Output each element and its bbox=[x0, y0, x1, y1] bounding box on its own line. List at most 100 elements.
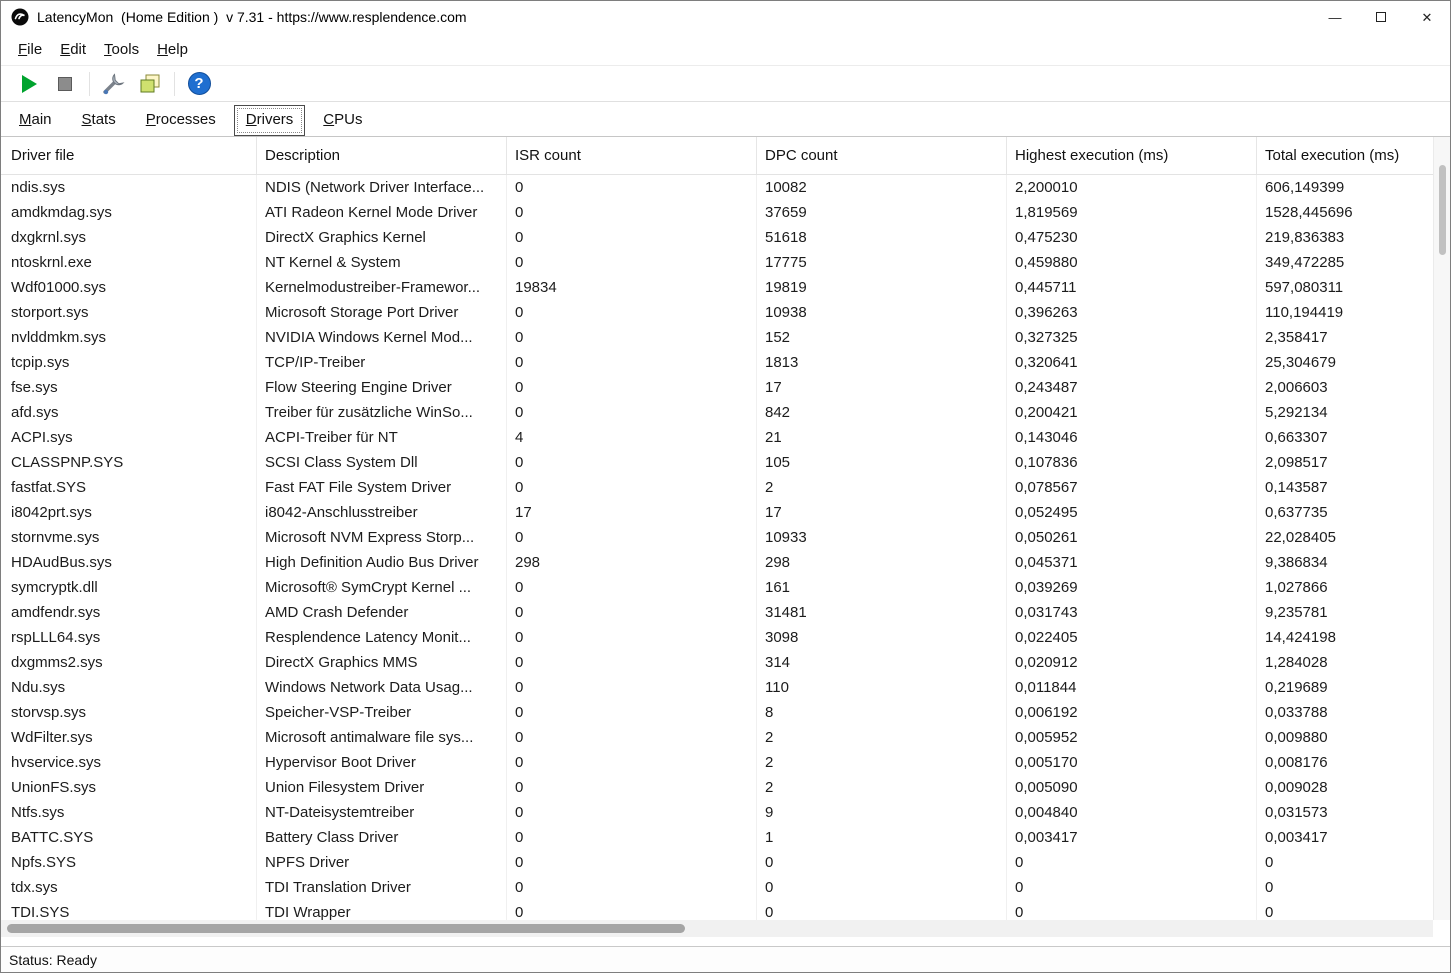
table-row[interactable]: amdkmdag.sys ATI Radeon Kernel Mode Driv… bbox=[1, 200, 1450, 225]
tab-cpus[interactable]: CPUs bbox=[311, 105, 374, 136]
total-execution-cell: 2,098517 bbox=[1257, 450, 1450, 475]
table-row[interactable]: Npfs.SYS NPFS Driver 0 0 0 0 bbox=[1, 850, 1450, 875]
isr-count-cell: 0 bbox=[507, 800, 757, 825]
table-row[interactable]: WdFilter.sys Microsoft antimalware file … bbox=[1, 725, 1450, 750]
table-row[interactable]: i8042prt.sys i8042-Anschlusstreiber 17 1… bbox=[1, 500, 1450, 525]
horizontal-scrollbar-thumb[interactable] bbox=[7, 924, 685, 933]
vertical-scrollbar-thumb[interactable] bbox=[1439, 165, 1446, 255]
table-row[interactable]: Wdf01000.sys Kernelmodustreiber-Framewor… bbox=[1, 275, 1450, 300]
table-row[interactable]: tcpip.sys TCP/IP-Treiber 0 1813 0,320641… bbox=[1, 350, 1450, 375]
driver-file-cell: UnionFS.sys bbox=[1, 775, 257, 800]
description-cell: NVIDIA Windows Kernel Mod... bbox=[257, 325, 507, 350]
app-window: LatencyMon (Home Edition ) v 7.31 - http… bbox=[0, 0, 1451, 973]
total-execution-cell: 0,003417 bbox=[1257, 825, 1450, 850]
options-button[interactable] bbox=[98, 70, 130, 98]
description-cell: Microsoft® SymCrypt Kernel ... bbox=[257, 575, 507, 600]
table-row[interactable]: HDAudBus.sys High Definition Audio Bus D… bbox=[1, 550, 1450, 575]
highest-execution-cell: 0,143046 bbox=[1007, 425, 1257, 450]
help-button[interactable]: ? bbox=[183, 70, 215, 98]
status-text: Status: Ready bbox=[9, 952, 97, 968]
highest-execution-cell: 0,004840 bbox=[1007, 800, 1257, 825]
column-header-dpc-count[interactable]: DPC count bbox=[757, 137, 1007, 174]
table-row[interactable]: Ndu.sys Windows Network Data Usag... 0 1… bbox=[1, 675, 1450, 700]
isr-count-cell: 0 bbox=[507, 175, 757, 200]
copy-report-button[interactable] bbox=[134, 70, 166, 98]
table-row[interactable]: dxgmms2.sys DirectX Graphics MMS 0 314 0… bbox=[1, 650, 1450, 675]
table-row[interactable]: amdfendr.sys AMD Crash Defender 0 31481 … bbox=[1, 600, 1450, 625]
column-header-description[interactable]: Description bbox=[257, 137, 507, 174]
stop-monitor-button[interactable] bbox=[49, 70, 81, 98]
minimize-button[interactable]: — bbox=[1312, 1, 1358, 33]
table-row[interactable]: storport.sys Microsoft Storage Port Driv… bbox=[1, 300, 1450, 325]
table-row[interactable]: nvlddmkm.sys NVIDIA Windows Kernel Mod..… bbox=[1, 325, 1450, 350]
isr-count-cell: 17 bbox=[507, 500, 757, 525]
driver-file-cell: ACPI.sys bbox=[1, 425, 257, 450]
tab-cpus-label: CPUs bbox=[323, 111, 362, 128]
isr-count-cell: 0 bbox=[507, 700, 757, 725]
total-execution-cell: 2,006603 bbox=[1257, 375, 1450, 400]
description-cell: NPFS Driver bbox=[257, 850, 507, 875]
driver-file-cell: afd.sys bbox=[1, 400, 257, 425]
maximize-button[interactable] bbox=[1358, 1, 1404, 33]
menu-tools[interactable]: Tools bbox=[95, 36, 148, 63]
description-cell: Microsoft Storage Port Driver bbox=[257, 300, 507, 325]
table-row[interactable]: fse.sys Flow Steering Engine Driver 0 17… bbox=[1, 375, 1450, 400]
table-row[interactable]: symcryptk.dll Microsoft® SymCrypt Kernel… bbox=[1, 575, 1450, 600]
driver-file-cell: storvsp.sys bbox=[1, 700, 257, 725]
highest-execution-cell: 0,459880 bbox=[1007, 250, 1257, 275]
highest-execution-cell: 0,039269 bbox=[1007, 575, 1257, 600]
table-row[interactable]: UnionFS.sys Union Filesystem Driver 0 2 … bbox=[1, 775, 1450, 800]
column-header-highest-execution[interactable]: Highest execution (ms) bbox=[1007, 137, 1257, 174]
menu-edit[interactable]: Edit bbox=[51, 36, 95, 63]
total-execution-cell: 0,009880 bbox=[1257, 725, 1450, 750]
app-logo-icon bbox=[11, 8, 29, 26]
table-row[interactable]: ndis.sys NDIS (Network Driver Interface.… bbox=[1, 175, 1450, 200]
isr-count-cell: 4 bbox=[507, 425, 757, 450]
table-row[interactable]: BATTC.SYS Battery Class Driver 0 1 0,003… bbox=[1, 825, 1450, 850]
table-row[interactable]: hvservice.sys Hypervisor Boot Driver 0 2… bbox=[1, 750, 1450, 775]
column-header-isr-count[interactable]: ISR count bbox=[507, 137, 757, 174]
total-execution-cell: 0,637735 bbox=[1257, 500, 1450, 525]
table-row[interactable]: ntoskrnl.exe NT Kernel & System 0 17775 … bbox=[1, 250, 1450, 275]
table-row[interactable]: dxgkrnl.sys DirectX Graphics Kernel 0 51… bbox=[1, 225, 1450, 250]
start-monitor-button[interactable] bbox=[13, 70, 45, 98]
total-execution-cell: 597,080311 bbox=[1257, 275, 1450, 300]
table-row[interactable]: Ntfs.sys NT-Dateisystemtreiber 0 9 0,004… bbox=[1, 800, 1450, 825]
table-row[interactable]: stornvme.sys Microsoft NVM Express Storp… bbox=[1, 525, 1450, 550]
driver-file-cell: tdx.sys bbox=[1, 875, 257, 900]
isr-count-cell: 0 bbox=[507, 250, 757, 275]
description-cell: NT-Dateisystemtreiber bbox=[257, 800, 507, 825]
tabbar: Main Stats Processes Drivers CPUs bbox=[1, 102, 1450, 136]
table-row[interactable]: storvsp.sys Speicher-VSP-Treiber 0 8 0,0… bbox=[1, 700, 1450, 725]
table-row[interactable]: fastfat.SYS Fast FAT File System Driver … bbox=[1, 475, 1450, 500]
dpc-count-cell: 10933 bbox=[757, 525, 1007, 550]
tab-processes[interactable]: Processes bbox=[134, 105, 228, 136]
menu-help[interactable]: Help bbox=[148, 36, 197, 63]
table-row[interactable]: rspLLL64.sys Resplendence Latency Monit.… bbox=[1, 625, 1450, 650]
driver-file-cell: nvlddmkm.sys bbox=[1, 325, 257, 350]
isr-count-cell: 0 bbox=[507, 875, 757, 900]
tab-drivers-label: Drivers bbox=[246, 111, 294, 128]
table-row[interactable]: tdx.sys TDI Translation Driver 0 0 0 0 bbox=[1, 875, 1450, 900]
column-header-driver-file[interactable]: Driver file bbox=[1, 137, 257, 174]
table-row[interactable]: CLASSPNP.SYS SCSI Class System Dll 0 105… bbox=[1, 450, 1450, 475]
driver-file-cell: rspLLL64.sys bbox=[1, 625, 257, 650]
close-button[interactable]: ✕ bbox=[1404, 1, 1450, 33]
table-row[interactable]: TDI.SYS TDI Wrapper 0 0 0 0 bbox=[1, 900, 1450, 920]
driver-file-cell: CLASSPNP.SYS bbox=[1, 450, 257, 475]
menu-file[interactable]: File bbox=[9, 36, 51, 63]
vertical-scrollbar[interactable] bbox=[1433, 137, 1450, 920]
tab-drivers[interactable]: Drivers bbox=[234, 105, 306, 136]
total-execution-cell: 9,386834 bbox=[1257, 550, 1450, 575]
total-execution-cell: 5,292134 bbox=[1257, 400, 1450, 425]
column-header-total-execution[interactable]: Total execution (ms) bbox=[1257, 137, 1450, 174]
tab-stats[interactable]: Stats bbox=[70, 105, 128, 136]
tab-main[interactable]: Main bbox=[7, 105, 64, 136]
table-row[interactable]: ACPI.sys ACPI-Treiber für NT 4 21 0,1430… bbox=[1, 425, 1450, 450]
dpc-count-cell: 3098 bbox=[757, 625, 1007, 650]
dpc-count-cell: 8 bbox=[757, 700, 1007, 725]
horizontal-scrollbar[interactable] bbox=[1, 920, 1433, 937]
statusbar: Status: Ready bbox=[1, 946, 1450, 972]
driver-file-cell: dxgmms2.sys bbox=[1, 650, 257, 675]
table-row[interactable]: afd.sys Treiber für zusätzliche WinSo...… bbox=[1, 400, 1450, 425]
